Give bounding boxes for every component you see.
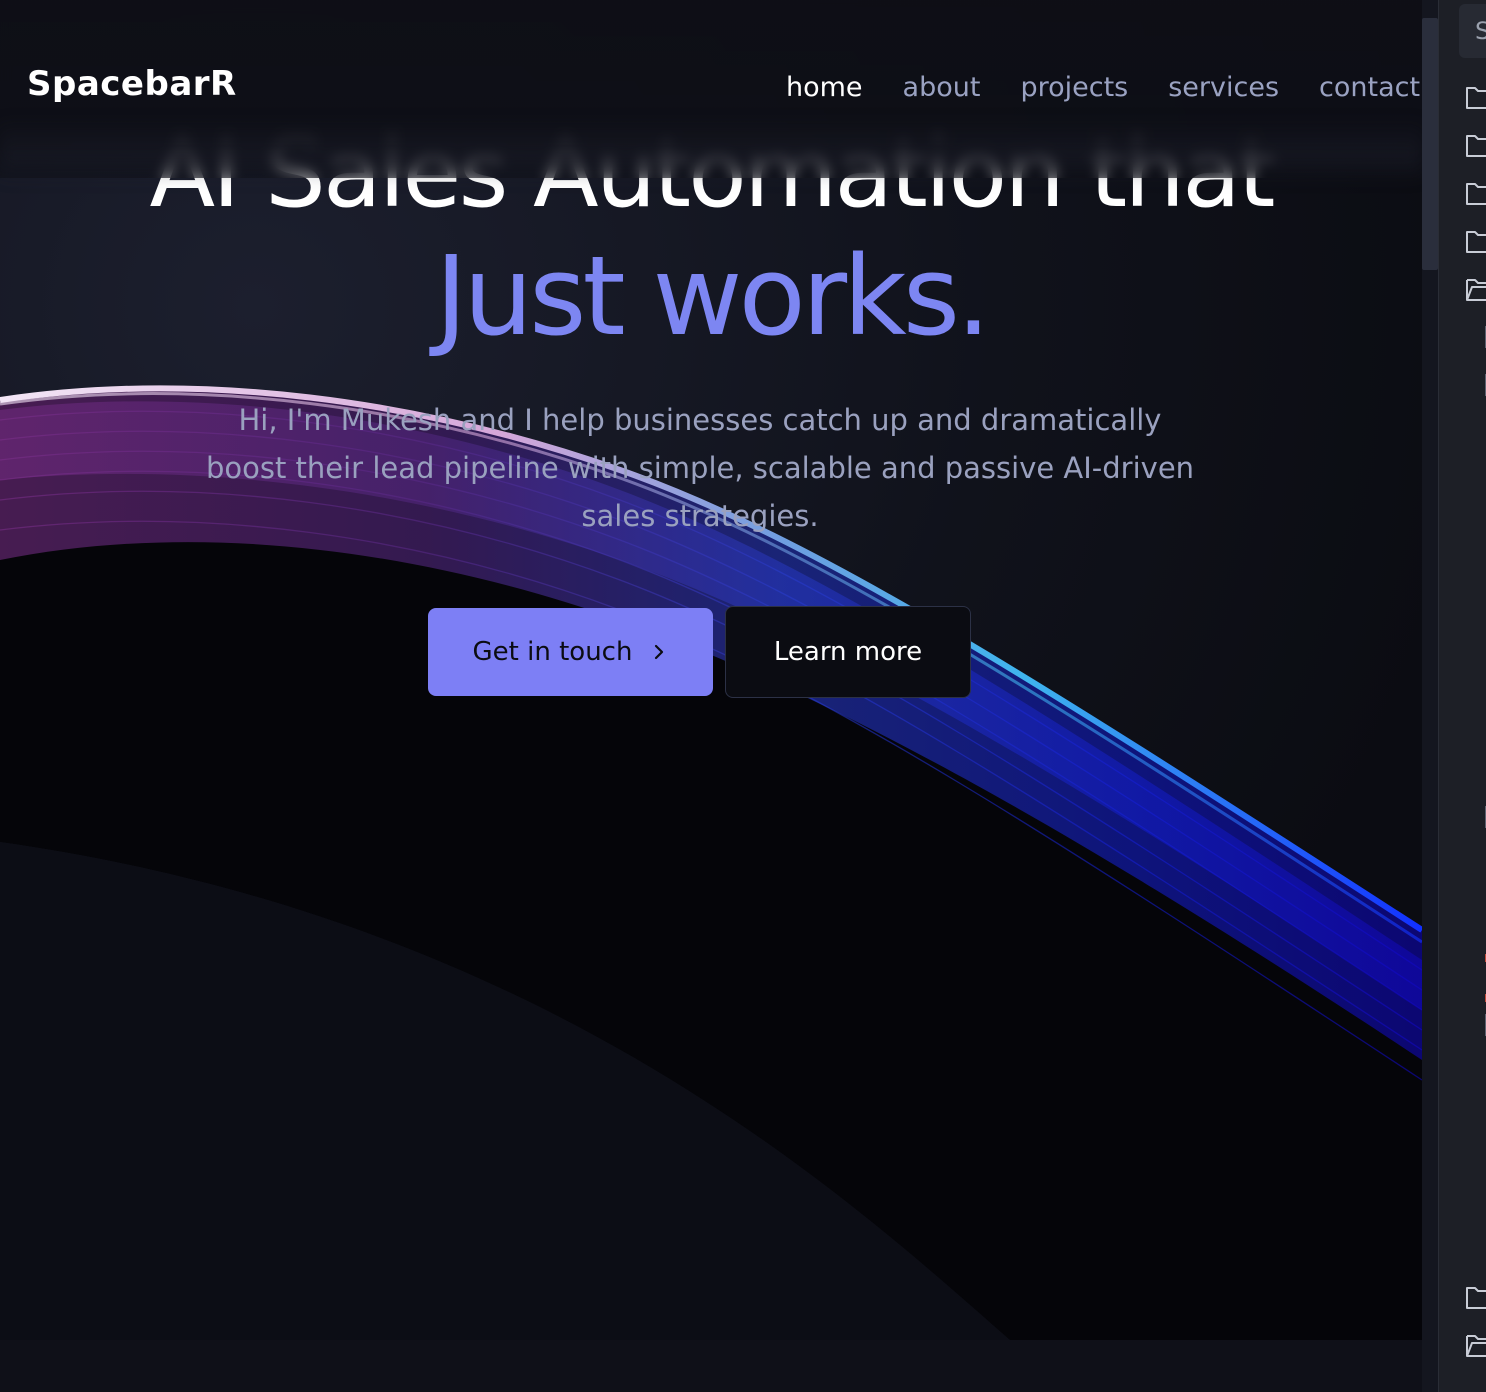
folder-icon[interactable] (1465, 84, 1486, 110)
get-in-touch-button[interactable]: Get in touch (428, 608, 713, 696)
side-panel: S (1438, 0, 1486, 1392)
get-in-touch-label: Get in touch (472, 637, 633, 667)
folder-open-icon[interactable] (1465, 1332, 1486, 1358)
site-header: SpacebarR home about projects services c… (0, 0, 1422, 180)
page-scrollbar[interactable] (1422, 0, 1438, 1392)
side-search-box[interactable]: S (1459, 4, 1486, 58)
folder-open-icon[interactable] (1465, 276, 1486, 302)
learn-more-button[interactable]: Learn more (725, 606, 971, 698)
folder-icon[interactable] (1465, 180, 1486, 206)
nav-link-home[interactable]: home (786, 70, 863, 110)
web-page: AI Sales Automation that Just works. Hi,… (0, 0, 1422, 1392)
hero-subtitle: Hi, I'm Mukesh and I help businesses cat… (205, 403, 1195, 533)
site-logo[interactable]: SpacebarR (27, 64, 237, 104)
main-nav: home about projects services contact (786, 70, 1420, 110)
nav-link-contact[interactable]: contact (1319, 70, 1420, 110)
header-blur-edge (0, 120, 1422, 180)
folder-icon[interactable] (1465, 1284, 1486, 1310)
chevron-right-icon (655, 644, 664, 660)
folder-icon[interactable] (1465, 228, 1486, 254)
learn-more-label: Learn more (773, 637, 923, 667)
nav-link-projects[interactable]: projects (1020, 70, 1128, 110)
nav-link-about[interactable]: about (903, 70, 981, 110)
scrollbar-thumb[interactable] (1422, 18, 1438, 270)
folder-icon[interactable] (1465, 132, 1486, 158)
hero-headline-line2: Just works. (434, 232, 991, 360)
nav-link-services[interactable]: services (1168, 70, 1279, 110)
